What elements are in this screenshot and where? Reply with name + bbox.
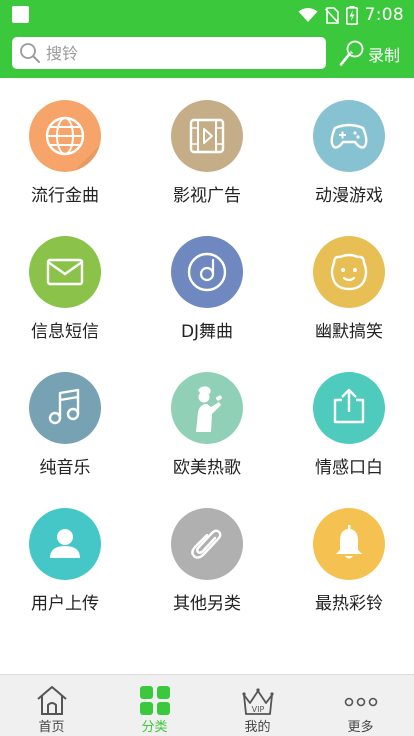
category-emotion[interactable]: 情感口白 — [284, 350, 414, 478]
category-label: 流行金曲 — [31, 186, 99, 206]
grid-icon — [140, 686, 170, 715]
microphone-icon — [339, 40, 364, 66]
tab-label: 我的 — [244, 720, 271, 735]
category-dj[interactable]: DJ舞曲 — [142, 214, 272, 342]
search-box[interactable] — [12, 37, 326, 69]
envelope-icon — [29, 236, 101, 308]
svg-text:VIP: VIP — [252, 705, 265, 714]
bell-icon — [313, 508, 385, 580]
wifi-icon — [298, 8, 318, 22]
category-popular[interactable]: 流行金曲 — [0, 78, 130, 206]
tab-mine[interactable]: VIP 我的 — [206, 675, 309, 736]
category-label: DJ舞曲 — [180, 322, 234, 342]
tab-label: 分类 — [141, 720, 168, 735]
record-button[interactable]: 录制 — [338, 37, 408, 71]
category-film-ads[interactable]: 影视广告 — [142, 78, 272, 206]
user-icon — [29, 508, 101, 580]
search-header: 录制 — [0, 30, 414, 78]
category-label: 最热彩铃 — [315, 594, 383, 614]
globe-icon — [29, 100, 101, 172]
category-sms[interactable]: 信息短信 — [0, 214, 130, 342]
more-dots-icon — [344, 697, 378, 707]
music-note-icon — [29, 372, 101, 444]
category-grid: 流行金曲 影视广告 动漫游戏 信息短信 DJ舞曲 幽默搞笑 纯音乐 欧美热歌 情… — [0, 78, 414, 674]
category-label: 动漫游戏 — [315, 186, 383, 206]
category-humor[interactable]: 幽默搞笑 — [284, 214, 414, 342]
category-label: 幽默搞笑 — [315, 322, 383, 342]
category-label: 信息短信 — [31, 322, 99, 342]
record-label: 录制 — [368, 46, 401, 65]
category-user-upload[interactable]: 用户上传 — [0, 486, 130, 614]
category-label: 其他另类 — [173, 594, 241, 614]
paperclip-icon — [171, 508, 243, 580]
tab-home[interactable]: 首页 — [0, 675, 103, 736]
gamepad-icon — [313, 100, 385, 172]
status-icons: 7:08 — [298, 3, 404, 27]
vip-crown-icon: VIP — [242, 688, 274, 715]
smiley-icon — [313, 236, 385, 308]
category-label: 影视广告 — [173, 186, 241, 206]
category-hot-ringtones[interactable]: 最热彩铃 — [284, 486, 414, 614]
notification-icon — [12, 6, 29, 23]
share-upload-icon — [313, 372, 385, 444]
category-western-hits[interactable]: 欧美热歌 — [142, 350, 272, 478]
category-label: 纯音乐 — [39, 458, 91, 478]
category-label: 情感口白 — [315, 458, 383, 478]
bottom-tab-bar: 首页 分类 VIP 我的 更多 — [0, 674, 414, 736]
tab-label: 首页 — [38, 720, 65, 735]
category-anime-games[interactable]: 动漫游戏 — [284, 78, 414, 206]
tab-more[interactable]: 更多 — [309, 675, 412, 736]
tab-categories[interactable]: 分类 — [103, 675, 206, 736]
no-sim-icon — [324, 6, 339, 24]
search-icon — [20, 43, 40, 63]
category-label: 用户上传 — [31, 594, 99, 614]
search-input[interactable] — [46, 43, 296, 63]
film-play-icon — [171, 100, 243, 172]
battery-charging-icon — [345, 5, 358, 25]
app-screen: 7:08 录制 — [0, 0, 414, 736]
status-bar: 7:08 — [0, 0, 414, 30]
category-pure-music[interactable]: 纯音乐 — [0, 350, 130, 478]
home-icon — [37, 686, 67, 715]
category-label: 欧美热歌 — [173, 458, 241, 478]
category-other[interactable]: 其他另类 — [142, 486, 272, 614]
singer-icon — [171, 372, 243, 444]
clock: 7:08 — [364, 5, 404, 25]
disc-icon — [171, 236, 243, 308]
tab-label: 更多 — [347, 720, 374, 735]
